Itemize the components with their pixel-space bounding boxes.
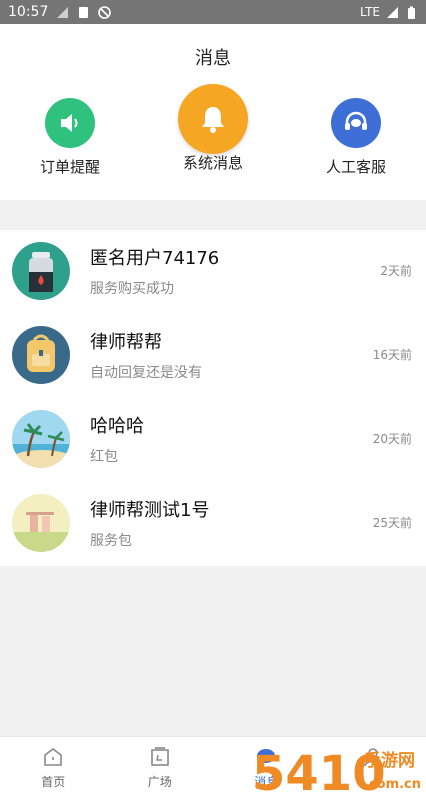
message-list: 匿名用户74176 服务购买成功 2天前 律师帮帮 自动回复还是没有 16天前 bbox=[0, 230, 426, 566]
square-icon bbox=[150, 747, 169, 766]
order-reminder-label: 订单提醒 bbox=[39, 158, 100, 176]
message-time: 25天前 bbox=[372, 516, 412, 530]
header-section: 消息 订单提醒 系统消息 人工客服 bbox=[0, 24, 426, 200]
tab-square-label: 广场 bbox=[147, 775, 172, 789]
bell-icon bbox=[178, 84, 248, 154]
cell-signal-icon bbox=[387, 6, 398, 18]
headset-icon bbox=[331, 98, 381, 148]
network-type: LTE bbox=[360, 5, 380, 19]
avatar bbox=[12, 410, 70, 468]
signal-icon bbox=[57, 6, 69, 18]
message-time: 2天前 bbox=[380, 264, 412, 278]
watermark-domain: .com.cn bbox=[364, 777, 421, 792]
avatar bbox=[12, 326, 70, 384]
system-message-button[interactable]: 系统消息 bbox=[153, 84, 273, 173]
status-bar: 10:57 LTE bbox=[0, 0, 426, 24]
avatar bbox=[12, 242, 70, 300]
tab-square[interactable]: 广场 bbox=[107, 737, 214, 800]
message-preview: 服务购买成功 bbox=[90, 281, 174, 297]
tab-home-label: 首页 bbox=[41, 775, 66, 789]
message-preview: 红包 bbox=[90, 449, 118, 465]
order-reminder-button[interactable]: 订单提醒 bbox=[10, 90, 130, 177]
message-sender: 哈哈哈 bbox=[90, 416, 144, 437]
do-not-disturb-icon bbox=[98, 5, 112, 19]
message-preview: 自动回复还是没有 bbox=[90, 365, 202, 381]
system-message-label: 系统消息 bbox=[182, 154, 243, 172]
message-time: 16天前 bbox=[372, 348, 412, 362]
message-preview: 服务包 bbox=[90, 533, 132, 549]
page-title: 消息 bbox=[195, 48, 231, 69]
message-item[interactable]: 哈哈哈 红包 20天前 bbox=[0, 398, 426, 482]
status-time: 10:57 bbox=[8, 4, 49, 20]
message-sender: 律师帮测试1号 bbox=[90, 500, 210, 521]
message-time: 20天前 bbox=[372, 432, 412, 446]
message-sender: 匿名用户74176 bbox=[90, 248, 220, 269]
message-item[interactable]: 匿名用户74176 服务购买成功 2天前 bbox=[0, 230, 426, 314]
watermark-logo: 5410 手游网 .com.cn bbox=[252, 744, 422, 800]
message-item[interactable]: 律师帮测试1号 服务包 25天前 bbox=[0, 482, 426, 566]
battery-icon bbox=[408, 6, 415, 19]
customer-service-label: 人工客服 bbox=[325, 158, 386, 176]
message-item[interactable]: 律师帮帮 自动回复还是没有 16天前 bbox=[0, 314, 426, 398]
watermark-site: 手游网 bbox=[364, 750, 415, 771]
home-icon bbox=[44, 748, 63, 766]
avatar bbox=[12, 494, 70, 552]
speaker-icon bbox=[45, 98, 95, 148]
sd-card-icon bbox=[79, 6, 89, 18]
tab-home[interactable]: 首页 bbox=[0, 737, 107, 800]
message-sender: 律师帮帮 bbox=[90, 332, 162, 353]
customer-service-button[interactable]: 人工客服 bbox=[296, 90, 416, 177]
